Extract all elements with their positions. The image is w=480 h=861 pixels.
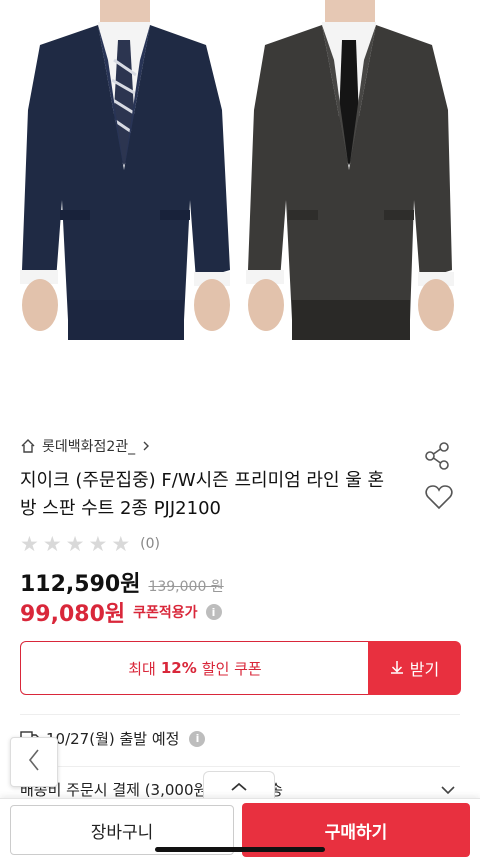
rating[interactable]: ★ ★ ★ ★ ★ (0)	[20, 533, 160, 555]
coupon-download-button[interactable]: 받기	[368, 641, 461, 695]
chevron-left-icon	[27, 748, 41, 776]
coupon-percent: 12%	[160, 659, 197, 677]
back-button[interactable]	[10, 737, 58, 787]
expand-panel-button[interactable]	[203, 771, 275, 801]
review-count: (0)	[140, 536, 160, 552]
star-icon: ★	[20, 532, 39, 556]
price-row: 112,590원 139,000 원	[20, 566, 224, 598]
home-icon	[20, 438, 36, 454]
coupon-prefix: 최대	[128, 659, 156, 678]
store-link[interactable]: 롯데백화점2관_	[20, 436, 151, 456]
coupon-price-row: 99,080원 쿠폰적용가 i	[20, 596, 222, 628]
product-title: 지이크 (주문집중) F/W시즌 프리미엄 라인 울 혼방 스판 수트 2종 P…	[20, 470, 385, 519]
current-price: 112,590원	[20, 572, 141, 597]
star-icon: ★	[65, 532, 85, 556]
store-name: 롯데백화점2관_	[42, 439, 136, 455]
coupon-suffix: 할인 쿠폰	[201, 659, 262, 678]
star-icon: ★	[42, 532, 62, 556]
coupon-price-label: 쿠폰적용가	[133, 605, 198, 621]
download-icon	[390, 659, 404, 678]
chevron-down-icon	[440, 781, 456, 799]
coupon-info[interactable]: 최대 12% 할인 쿠폰	[20, 641, 370, 695]
suit-photo	[0, 0, 480, 400]
charcoal-suit-figure	[246, 0, 454, 340]
info-icon[interactable]: i	[189, 730, 206, 747]
coupon-price: 99,080원	[20, 602, 126, 627]
navy-suit-figure	[20, 0, 230, 340]
share-icon[interactable]	[424, 442, 452, 474]
coupon-button-label: 받기	[409, 660, 440, 679]
star-icon: ★	[111, 532, 131, 556]
product-image[interactable]	[0, 0, 480, 400]
home-indicator	[155, 847, 325, 852]
star-icon: ★	[88, 532, 108, 556]
divider	[20, 766, 460, 767]
chevron-up-icon	[230, 777, 248, 796]
original-price: 139,000 원	[148, 579, 224, 595]
info-icon[interactable]: i	[205, 604, 222, 620]
divider	[20, 714, 460, 715]
heart-icon[interactable]	[425, 484, 453, 514]
shipping-date: 10/27(월) 출발 예정	[46, 730, 180, 748]
chevron-right-icon	[141, 440, 151, 452]
